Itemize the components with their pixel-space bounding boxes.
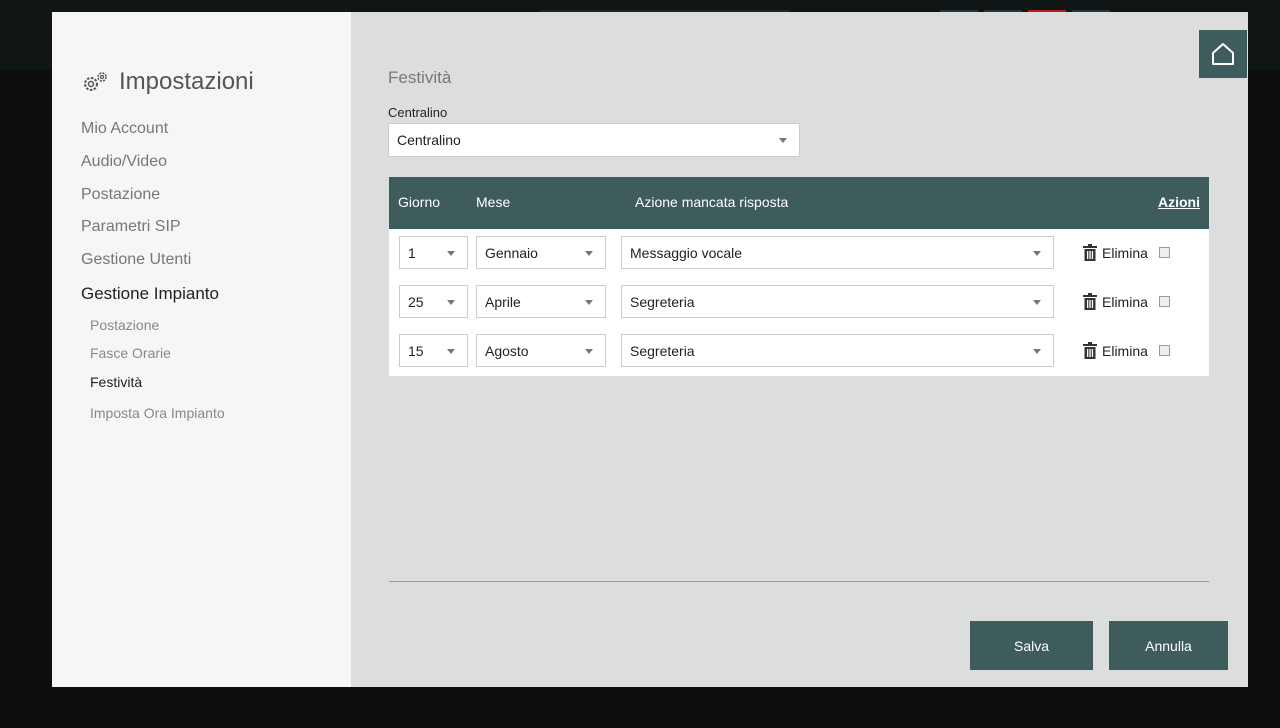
chevron-down-icon xyxy=(585,250,593,256)
sidebar-subitem-festivita[interactable]: Festività xyxy=(90,374,142,390)
sidebar-subitem-imposta-ora-impianto[interactable]: Imposta Ora Impianto xyxy=(90,405,225,421)
row-checkbox[interactable] xyxy=(1158,345,1170,356)
sidebar-item-gestione-utenti[interactable]: Gestione Utenti xyxy=(81,251,191,269)
home-button[interactable] xyxy=(1199,30,1247,78)
giorno-value: 15 xyxy=(408,342,424,359)
settings-title-label: Impostazioni xyxy=(119,68,254,95)
mese-value: Aprile xyxy=(485,293,521,310)
giorno-value: 1 xyxy=(408,244,416,261)
trash-icon xyxy=(1083,244,1097,261)
azione-select[interactable]: Segreteria xyxy=(621,285,1054,318)
gears-icon xyxy=(81,71,109,93)
mese-select[interactable]: Agosto xyxy=(476,334,606,367)
chevron-down-icon xyxy=(447,299,455,305)
chevron-down-icon xyxy=(779,138,787,143)
azione-select[interactable]: Segreteria xyxy=(621,334,1054,367)
azione-value: Segreteria xyxy=(630,342,695,359)
sidebar-item-gestione-impianto[interactable]: Gestione Impianto xyxy=(81,284,219,304)
table-header: Giorno Mese Azione mancata risposta Azio… xyxy=(389,177,1209,229)
mese-value: Gennaio xyxy=(485,244,538,261)
mese-value: Agosto xyxy=(485,342,529,359)
centralino-select[interactable]: Centralino xyxy=(388,123,800,157)
divider xyxy=(389,581,1209,582)
sidebar-subitem-fasce-orarie[interactable]: Fasce Orarie xyxy=(90,345,171,361)
header-mese: Mese xyxy=(476,194,511,210)
delete-label: Elimina xyxy=(1102,293,1148,310)
row-checkbox[interactable] xyxy=(1158,247,1170,258)
settings-title: Impostazioni xyxy=(81,68,254,96)
giorno-select[interactable]: 1 xyxy=(399,236,468,269)
centralino-select-value: Centralino xyxy=(397,132,461,148)
giorno-select[interactable]: 15 xyxy=(399,334,468,367)
delete-label: Elimina xyxy=(1102,244,1148,261)
header-azioni-link[interactable]: Azioni xyxy=(1158,194,1200,210)
row-checkbox[interactable] xyxy=(1158,296,1170,307)
header-giorno: Giorno xyxy=(398,194,441,210)
table-row: 1 Gennaio Messaggio vocale Elimina xyxy=(389,229,1209,278)
chevron-down-icon xyxy=(1033,299,1041,305)
delete-button[interactable]: Elimina xyxy=(1083,244,1170,261)
sidebar-subitem-postazione[interactable]: Postazione xyxy=(90,317,159,333)
trash-icon xyxy=(1083,293,1097,310)
settings-modal: Impostazioni Mio Account Audio/Video Pos… xyxy=(52,12,1248,687)
chevron-down-icon xyxy=(585,299,593,305)
mese-select[interactable]: Gennaio xyxy=(476,236,606,269)
chevron-down-icon xyxy=(585,348,593,354)
main-panel: Festività Centralino Centralino Giorno M… xyxy=(351,12,1248,687)
chevron-down-icon xyxy=(1033,250,1041,256)
delete-button[interactable]: Elimina xyxy=(1083,342,1170,359)
table-row: 15 Agosto Segreteria Elimina xyxy=(389,327,1209,376)
sidebar-item-parametri-sip[interactable]: Parametri SIP xyxy=(81,218,181,236)
save-button[interactable]: Salva xyxy=(970,621,1093,670)
azione-value: Segreteria xyxy=(630,293,695,310)
chevron-down-icon xyxy=(447,250,455,256)
mese-select[interactable]: Aprile xyxy=(476,285,606,318)
azione-value: Messaggio vocale xyxy=(630,244,743,261)
header-azione: Azione mancata risposta xyxy=(635,194,789,210)
delete-button[interactable]: Elimina xyxy=(1083,293,1170,310)
trash-icon xyxy=(1083,342,1097,359)
cancel-button[interactable]: Annulla xyxy=(1109,621,1228,670)
giorno-value: 25 xyxy=(408,293,424,310)
centralino-label: Centralino xyxy=(388,105,448,120)
table-row: 25 Aprile Segreteria Elimina xyxy=(389,278,1209,327)
settings-sidebar: Impostazioni Mio Account Audio/Video Pos… xyxy=(52,12,351,687)
delete-label: Elimina xyxy=(1102,342,1148,359)
sidebar-item-postazione[interactable]: Postazione xyxy=(81,186,160,204)
page-title: Festività xyxy=(388,68,452,87)
giorno-select[interactable]: 25 xyxy=(399,285,468,318)
sidebar-item-mio-account[interactable]: Mio Account xyxy=(81,120,168,138)
home-icon xyxy=(1212,43,1234,65)
chevron-down-icon xyxy=(447,348,455,354)
chevron-down-icon xyxy=(1033,348,1041,354)
sidebar-item-audio-video[interactable]: Audio/Video xyxy=(81,153,167,171)
azione-select[interactable]: Messaggio vocale xyxy=(621,236,1054,269)
